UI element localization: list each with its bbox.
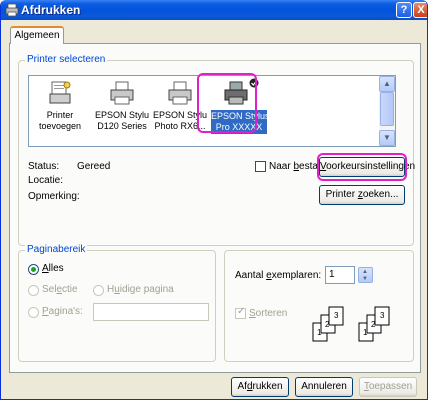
preferences-highlight: [317, 153, 407, 181]
selection-radio[interactable]: [28, 285, 39, 296]
window-title: Afdrukken: [21, 3, 81, 17]
all-pages-label[interactable]: Alles: [42, 263, 64, 275]
copies-label: Aantal exemplaren:: [235, 270, 322, 281]
page-range-legend: Paginabereik: [25, 244, 88, 256]
copies-spinner[interactable]: ▲ ▼: [358, 267, 373, 283]
svg-text:3: 3: [380, 311, 385, 320]
close-button[interactable]: X: [413, 2, 427, 18]
svg-text:1: 1: [363, 328, 368, 337]
cancel-button[interactable]: Annuleren: [295, 377, 353, 397]
printer-item-label: EPSON Stylus D120 Series: [95, 110, 149, 131]
status-label: Status:: [28, 161, 60, 172]
add-printer-icon: [49, 81, 71, 104]
collate-label[interactable]: Sorteren: [249, 308, 287, 320]
copies-group: Aantal exemplaren: 1 ▲ ▼ ✓ Sorteren 123: [224, 250, 414, 362]
selection-label[interactable]: Selectie: [42, 284, 78, 296]
pages-input[interactable]: [93, 303, 209, 321]
print-dialog: Afdrukken ? X Algemeen Printer selectere…: [0, 0, 428, 400]
scroll-thumb[interactable]: [380, 92, 394, 126]
spin-up-arrow[interactable]: ▲: [362, 269, 368, 275]
selected-printer-highlight: [197, 73, 257, 133]
location-label: Locatie:: [28, 175, 64, 186]
to-file-checkbox[interactable]: [255, 161, 266, 172]
current-page-label[interactable]: Huidige pagina: [107, 284, 174, 296]
spin-down-arrow[interactable]: ▼: [362, 276, 368, 282]
tab-panel-algemeen: Printer selecteren Printer toevoegen EPS…: [9, 43, 421, 373]
find-printer-button[interactable]: Printer zoeken...: [319, 185, 405, 205]
title-bar[interactable]: Afdrukken ? X: [1, 0, 427, 20]
copies-input[interactable]: 1: [325, 266, 355, 284]
printer-select-group: Printer selecteren Printer toevoegen EPS…: [18, 54, 415, 246]
apply-button[interactable]: Toepassen: [359, 377, 417, 397]
comment-label: Opmerking:: [28, 191, 80, 202]
current-page-radio[interactable]: [93, 285, 104, 296]
all-pages-radio[interactable]: [28, 264, 39, 275]
printer-icon: [5, 3, 19, 17]
printer-icon: [110, 81, 134, 105]
printer-list-scrollbar[interactable]: ▲ ▼: [379, 76, 395, 146]
status-value: Gereed: [77, 161, 111, 172]
tab-algemeen[interactable]: Algemeen: [10, 26, 64, 44]
printer-icon: [168, 81, 192, 105]
svg-text:3: 3: [334, 311, 339, 320]
collate-pages-icon: 123 123: [312, 306, 390, 342]
svg-text:2: 2: [371, 320, 376, 329]
page-range-group: Paginabereik Alles Selectie Huidige pagi…: [18, 244, 216, 362]
printer-select-legend: Printer selecteren: [25, 54, 108, 66]
printer-item-epson-d120[interactable]: EPSON Stylus D120 Series: [95, 78, 149, 144]
collate-checkbox[interactable]: ✓: [235, 306, 246, 319]
pages-label[interactable]: Pagina's:: [42, 306, 83, 318]
scroll-down-button[interactable]: ▼: [379, 130, 395, 146]
svg-text:1: 1: [317, 328, 322, 337]
printer-item-add[interactable]: Printer toevoegen: [33, 78, 87, 144]
pages-radio[interactable]: [28, 307, 39, 318]
check-mark-icon: ✓: [237, 306, 246, 317]
print-button[interactable]: Afdrukken: [231, 377, 289, 397]
svg-text:2: 2: [325, 320, 330, 329]
scroll-up-button[interactable]: ▲: [379, 76, 395, 92]
printer-item-label: Printer toevoegen: [38, 110, 82, 131]
help-button[interactable]: ?: [396, 2, 412, 18]
